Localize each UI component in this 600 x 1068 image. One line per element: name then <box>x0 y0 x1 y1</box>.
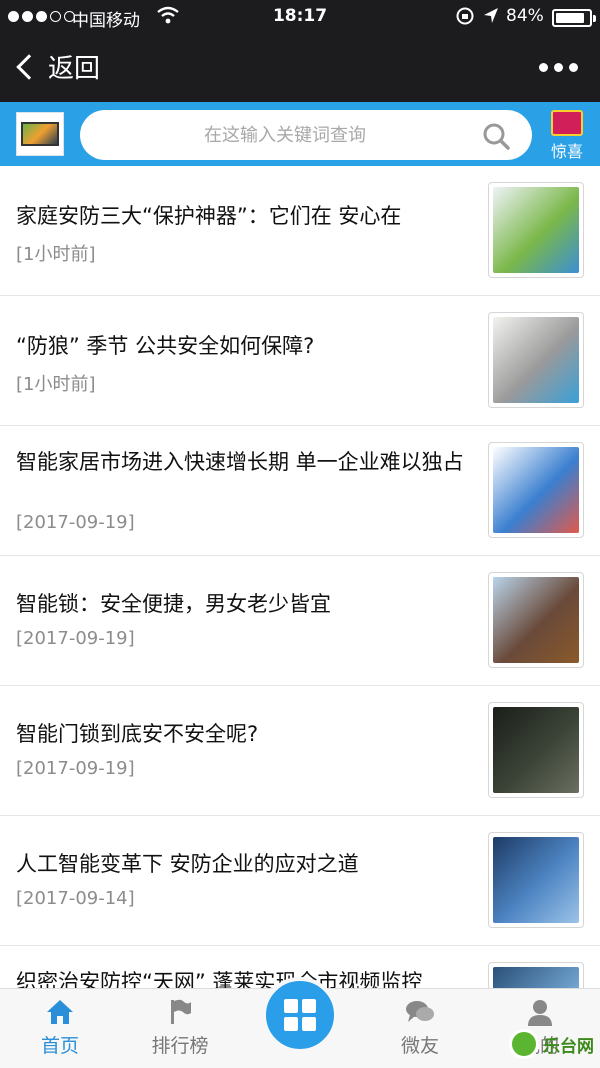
center-menu-button[interactable] <box>262 977 338 1053</box>
more-menu-button[interactable] <box>539 63 578 72</box>
tab-friends[interactable]: 微友 <box>370 997 470 1058</box>
user-icon <box>490 997 590 1027</box>
news-item[interactable]: 家庭安防三大“保护神器”：它们在 安心在 [1小时前] <box>0 166 600 296</box>
news-time: [1小时前] <box>16 374 96 395</box>
search-header: 惊喜 <box>0 102 600 166</box>
news-item[interactable]: 智能门锁到底安不安全呢? [2017-09-19] <box>0 686 600 816</box>
news-thumbnail <box>488 832 584 928</box>
watermark: 乐台网 <box>509 1029 594 1059</box>
back-label: 返回 <box>48 54 101 84</box>
watermark-text: 乐台网 <box>543 1036 594 1057</box>
news-time: [2017-09-19] <box>16 512 135 533</box>
surprise-button[interactable]: 惊喜 <box>544 110 590 162</box>
news-thumbnail <box>488 312 584 408</box>
news-time: [1小时前] <box>16 244 96 265</box>
home-icon <box>10 997 110 1027</box>
news-item[interactable]: 智能锁：安全便捷，男女老少皆宜 [2017-09-19] <box>0 556 600 686</box>
location-icon <box>482 6 500 31</box>
news-title: “防狼” 季节 公共安全如何保障? <box>16 334 315 358</box>
news-item[interactable]: “防狼” 季节 公共安全如何保障? [1小时前] <box>0 296 600 426</box>
watermark-logo-icon <box>509 1029 539 1059</box>
news-title: 智能家居市场进入快速增长期 单一企业难以独占 <box>16 450 464 474</box>
search-input[interactable] <box>100 110 470 160</box>
news-title: 智能锁：安全便捷，男女老少皆宜 <box>16 592 331 616</box>
news-thumbnail <box>488 962 584 988</box>
news-title: 智能门锁到底安不安全呢? <box>16 722 259 746</box>
status-bar: 中国移动 18:17 84% <box>0 0 600 34</box>
news-time: [2017-09-14] <box>16 888 135 909</box>
news-thumbnail <box>488 182 584 278</box>
news-title: 织密治安防控“天网” 蓬莱实现全市视频监控 <box>16 970 423 988</box>
flag-icon <box>130 997 230 1027</box>
tab-home-label: 首页 <box>40 1035 79 1057</box>
surprise-label: 惊喜 <box>550 142 583 161</box>
rotation-lock-icon <box>455 6 475 31</box>
tab-home[interactable]: 首页 <box>10 997 110 1058</box>
site-logo[interactable] <box>16 112 64 156</box>
news-thumbnail <box>488 442 584 538</box>
battery-percent: 84% <box>506 6 544 26</box>
news-time: [2017-09-19] <box>16 628 135 649</box>
news-item[interactable]: 人工智能变革下 安防企业的应对之道 [2017-09-14] <box>0 816 600 946</box>
news-thumbnail <box>488 702 584 798</box>
tab-ranking-label: 排行榜 <box>151 1035 209 1057</box>
news-thumbnail <box>488 572 584 668</box>
tab-bar: 首页 排行榜 微友 我的 乐台网 <box>0 977 600 1068</box>
search-icon[interactable] <box>482 122 510 150</box>
tab-friends-label: 微友 <box>400 1035 439 1057</box>
news-time: [2017-09-19] <box>16 758 135 779</box>
news-item[interactable]: 智能家居市场进入快速增长期 单一企业难以独占 [2017-09-19] <box>0 426 600 556</box>
grid-icon <box>284 999 316 1031</box>
news-title: 人工智能变革下 安防企业的应对之道 <box>16 852 359 876</box>
nav-bar: 返回 <box>0 34 600 102</box>
news-list: 家庭安防三大“保护神器”：它们在 安心在 [1小时前] “防狼” 季节 公共安全… <box>0 166 600 988</box>
top-bar: 中国移动 18:17 84% 返回 <box>0 0 600 102</box>
tab-ranking[interactable]: 排行榜 <box>130 997 230 1058</box>
battery-icon <box>552 9 596 27</box>
search-box[interactable] <box>80 110 532 160</box>
gift-icon <box>551 110 583 136</box>
chevron-left-icon <box>16 53 42 80</box>
news-title: 家庭安防三大“保护神器”：它们在 安心在 <box>16 204 402 228</box>
chat-icon <box>370 997 470 1027</box>
back-button[interactable]: 返回 <box>14 48 100 85</box>
